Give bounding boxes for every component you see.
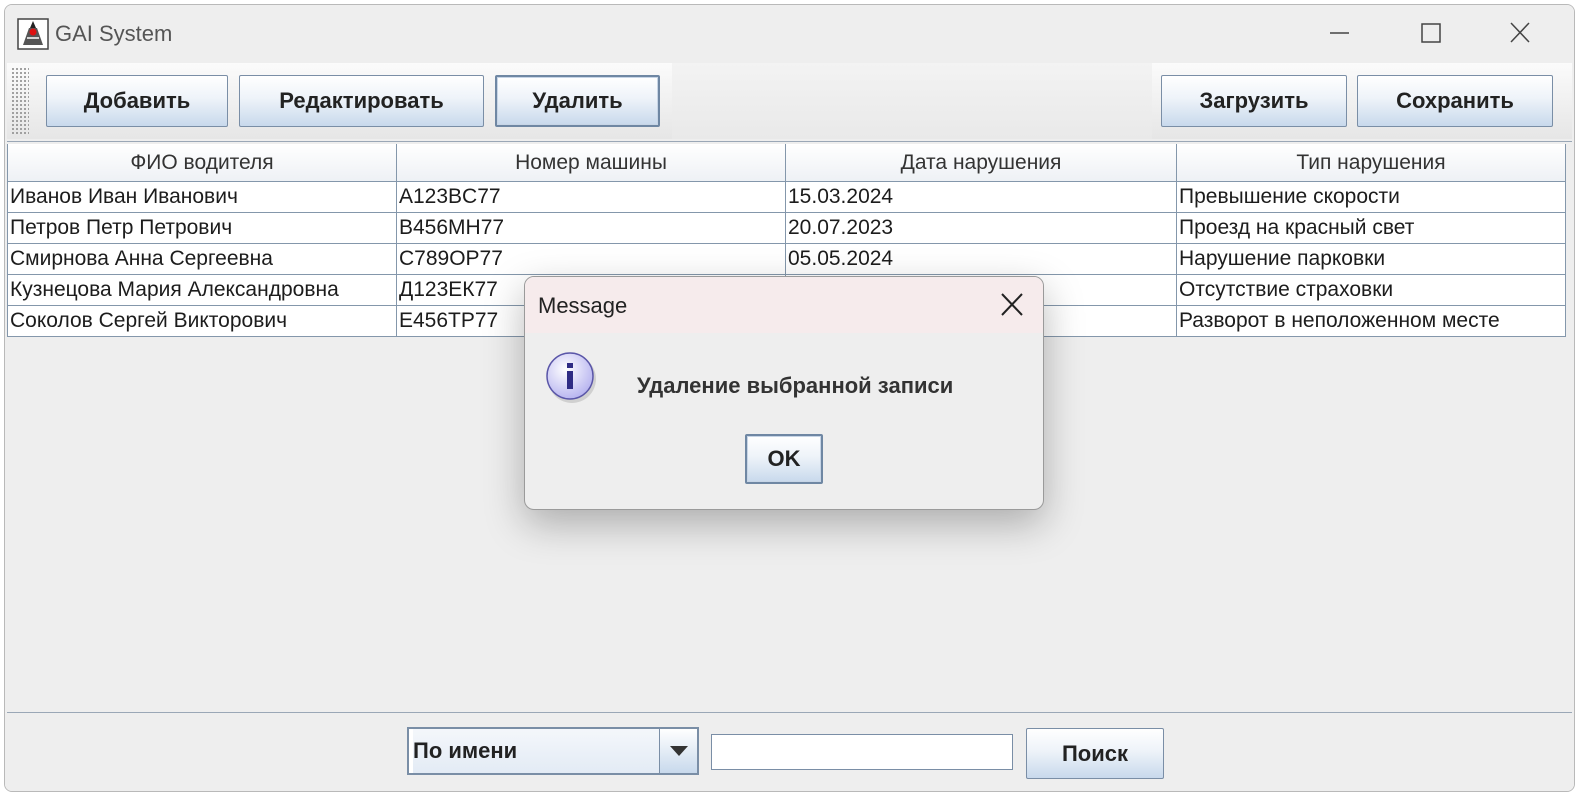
cell-type[interactable]: Отсутствие страховки <box>1176 274 1566 306</box>
message-dialog: Message Удаление выбранной записи OK <box>524 276 1044 510</box>
close-icon[interactable] <box>1500 15 1540 51</box>
cell-type[interactable]: Разворот в неположенном месте <box>1176 305 1566 337</box>
cell-type[interactable]: Проезд на красный свет <box>1176 212 1566 244</box>
minimize-icon[interactable] <box>1319 15 1359 51</box>
search-input[interactable] <box>711 734 1013 770</box>
search-bar: По имени Поиск <box>5 713 1574 791</box>
dialog-title-bar: Message <box>525 277 1043 333</box>
cell-driver[interactable]: Смирнова Анна Сергеевна <box>7 243 397 275</box>
cell-driver[interactable]: Петров Петр Петрович <box>7 212 397 244</box>
title-bar: GAI System <box>5 5 1574 63</box>
table-row[interactable]: Смирнова Анна Сергеевна C789OP77 05.05.2… <box>7 243 1566 275</box>
table-header-row: ФИО водителя Номер машины Дата нарушения… <box>7 144 1566 182</box>
column-header-driver[interactable]: ФИО водителя <box>7 144 397 182</box>
column-header-date[interactable]: Дата нарушения <box>785 144 1177 182</box>
column-header-type[interactable]: Тип нарушения <box>1176 144 1566 182</box>
cell-plate[interactable]: B456MH77 <box>396 212 786 244</box>
dialog-message: Удаление выбранной записи <box>637 373 954 398</box>
delete-button[interactable]: Удалить <box>495 75 660 127</box>
cell-type[interactable]: Превышение скорости <box>1176 181 1566 213</box>
search-mode-value[interactable]: По имени <box>413 729 661 773</box>
save-button[interactable]: Сохранить <box>1357 75 1553 127</box>
cell-driver[interactable]: Кузнецова Мария Александровна <box>7 274 397 306</box>
cell-date[interactable]: 15.03.2024 <box>785 181 1177 213</box>
column-header-plate[interactable]: Номер машины <box>396 144 786 182</box>
window-title: GAI System <box>55 21 173 46</box>
dialog-title: Message <box>538 293 628 318</box>
java-duke-icon <box>17 18 49 50</box>
load-button[interactable]: Загрузить <box>1161 75 1347 127</box>
table-row[interactable]: Петров Петр Петрович B456MH77 20.07.2023… <box>7 212 1566 244</box>
cell-plate[interactable]: A123BC77 <box>396 181 786 213</box>
cell-driver[interactable]: Соколов Сергей Викторович <box>7 305 397 337</box>
search-button[interactable]: Поиск <box>1026 728 1164 779</box>
info-icon <box>546 352 596 403</box>
cell-date[interactable]: 05.05.2024 <box>785 243 1177 275</box>
toolbar-spacer <box>672 63 1152 139</box>
toolbar-grip[interactable] <box>11 67 29 135</box>
cell-date[interactable]: 20.07.2023 <box>785 212 1177 244</box>
ok-button[interactable]: OK <box>745 434 823 484</box>
toolbar: Добавить Редактировать Удалить Загрузить… <box>7 63 1572 139</box>
search-mode-select[interactable]: По имени <box>407 727 699 775</box>
maximize-icon[interactable] <box>1410 15 1450 51</box>
edit-button[interactable]: Редактировать <box>239 75 484 127</box>
chevron-down-icon[interactable] <box>659 729 697 773</box>
close-icon[interactable] <box>993 287 1031 323</box>
cell-driver[interactable]: Иванов Иван Иванович <box>7 181 397 213</box>
add-button[interactable]: Добавить <box>46 75 228 127</box>
table-row[interactable]: Иванов Иван Иванович A123BC77 15.03.2024… <box>7 181 1566 213</box>
cell-type[interactable]: Нарушение парковки <box>1176 243 1566 275</box>
cell-plate[interactable]: C789OP77 <box>396 243 786 275</box>
